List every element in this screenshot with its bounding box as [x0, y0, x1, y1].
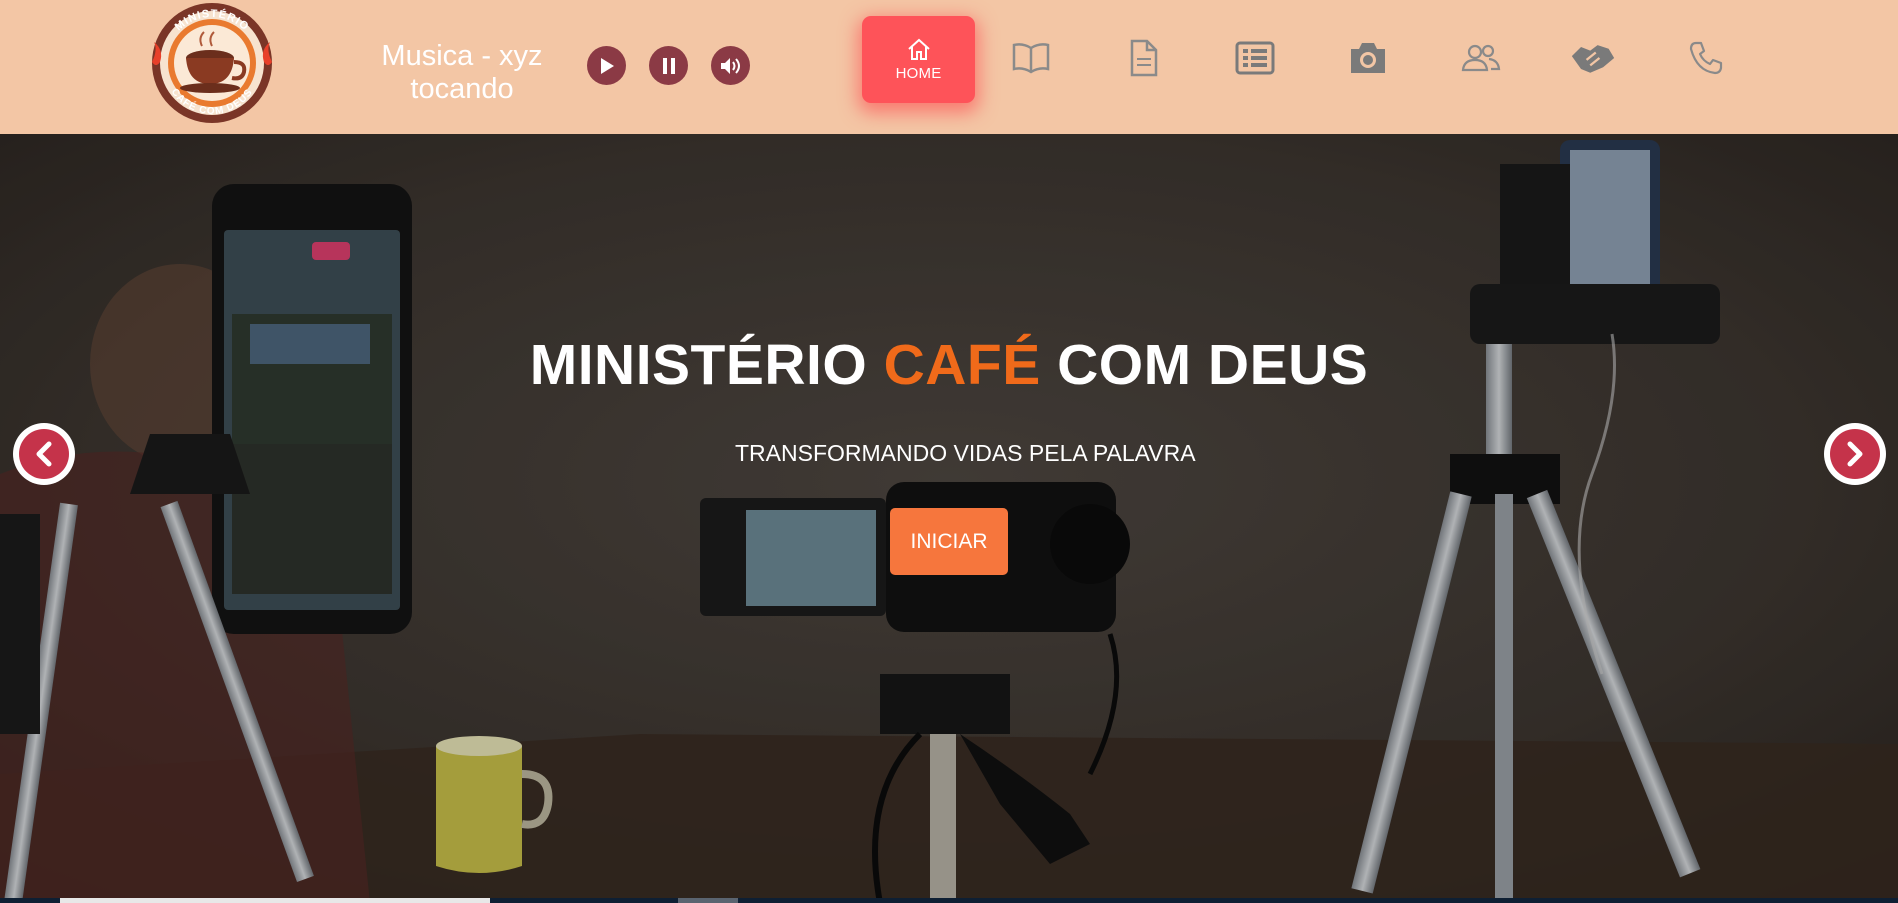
pause-button[interactable] — [649, 46, 688, 85]
hero-subtitle: TRANSFORMANDO VIDAS PELA PALAVRA — [735, 440, 1196, 466]
book-icon — [1012, 43, 1050, 74]
carousel-prev-bg — [19, 429, 69, 479]
carousel-next-button[interactable] — [1824, 423, 1886, 485]
nav-phone[interactable] — [1683, 36, 1729, 80]
camera-icon — [1351, 43, 1385, 73]
hero-title-part1: MINISTÉRIO — [529, 333, 884, 397]
nav-list[interactable] — [1232, 36, 1278, 80]
pause-icon — [662, 57, 675, 74]
people-icon — [1461, 44, 1501, 72]
hero-title-accent: CAFÉ — [883, 333, 1041, 397]
chevron-right-icon — [1847, 441, 1863, 467]
nav-home[interactable]: HOME — [862, 16, 975, 103]
carousel-progress — [0, 898, 1898, 903]
track-title: Musica - xyz — [381, 40, 543, 72]
play-button[interactable] — [587, 46, 626, 85]
phone-icon — [1689, 41, 1723, 75]
play-icon — [600, 57, 614, 74]
carousel-next-bg — [1830, 429, 1880, 479]
nav-home-label: HOME — [895, 65, 942, 82]
hero-title-part2: COM DEUS — [1040, 333, 1369, 397]
nav-people[interactable] — [1458, 36, 1504, 80]
site-logo[interactable]: MINISTÉRIO CAFÉ COM DEUS — [146, 0, 278, 128]
start-button[interactable]: INICIAR — [890, 508, 1008, 575]
home-icon — [907, 38, 930, 60]
carousel-progress-fill — [60, 898, 490, 903]
carousel-progress-marker — [678, 898, 738, 903]
list-icon — [1235, 41, 1275, 75]
document-icon — [1130, 39, 1158, 77]
track-status: tocando — [410, 73, 514, 105]
carousel-prev-button[interactable] — [13, 423, 75, 485]
nav-document[interactable] — [1121, 36, 1167, 80]
hero-title: MINISTÉRIO CAFÉ COM DEUS — [0, 332, 1898, 398]
now-playing: Musica - xyz tocando — [372, 40, 552, 106]
handshake-icon — [1571, 45, 1615, 73]
volume-button[interactable] — [711, 46, 750, 85]
chevron-left-icon — [36, 441, 52, 467]
top-navbar: MINISTÉRIO CAFÉ COM DEUS Musica - xyz to… — [0, 0, 1898, 134]
coffee-cup-logo-icon: MINISTÉRIO CAFÉ COM DEUS — [152, 3, 272, 123]
volume-icon — [720, 57, 740, 74]
nav-handshake[interactable] — [1570, 36, 1616, 80]
nav-camera[interactable] — [1345, 36, 1391, 80]
nav-book[interactable] — [1008, 36, 1054, 80]
